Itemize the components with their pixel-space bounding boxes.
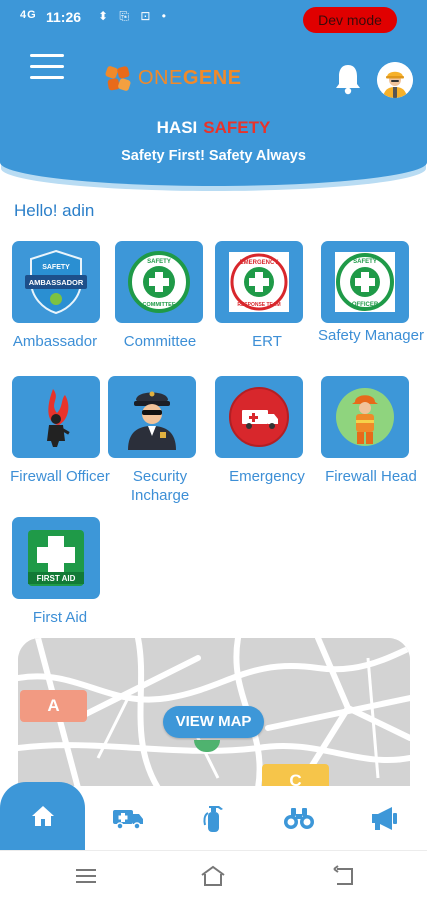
tile-label-firewall-head: Firewall Head (325, 468, 417, 485)
dna-logo-icon (105, 66, 131, 91)
back-icon[interactable] (331, 863, 357, 889)
megaphone-icon (371, 807, 397, 830)
security-guard-icon (128, 391, 176, 450)
tile-label-safety-manager: Safety Manager (318, 327, 424, 344)
nav-fire-extinguisher[interactable] (170, 786, 255, 850)
worker-avatar-icon (377, 62, 413, 98)
onegene-logo: ONEGENE (104, 62, 242, 94)
status-time: 11:26 (46, 9, 82, 25)
home-system-icon[interactable] (200, 863, 226, 889)
bell-icon[interactable] (333, 62, 363, 96)
svg-text:COMMITTEE: COMMITTEE (143, 302, 176, 308)
svg-text:OFFICER: OFFICER (352, 302, 379, 308)
map-marker-a[interactable]: A (20, 690, 87, 722)
tile-ambassador[interactable]: AMBASSADOR SAFETY (12, 241, 100, 323)
safety-ambassador-badge-icon: AMBASSADOR SAFETY (25, 249, 87, 315)
svg-text:FIRST AID: FIRST AID (37, 574, 76, 583)
tile-label-first-aid: First Aid (32, 609, 88, 626)
tile-label-ambassador: Ambassador (12, 333, 98, 350)
recent-apps-icon[interactable] (73, 863, 99, 889)
dev-mode-badge[interactable]: Dev mode (303, 7, 397, 33)
first-aid-icon: FIRST AID (28, 530, 84, 586)
tile-label-firewall-officer: Firewall Officer (10, 468, 110, 485)
user-avatar[interactable] (377, 62, 413, 98)
tile-label-ert: ERT (252, 333, 282, 350)
nav-home[interactable] (0, 782, 85, 850)
signal-indicator: 4G (20, 9, 37, 21)
firefighter-icon (336, 388, 394, 446)
fire-extinguisher-icon (202, 806, 223, 832)
emergency-response-team-icon: EMERGENCY RESPONSE TEAM (229, 252, 289, 312)
nav-megaphone[interactable] (342, 786, 427, 850)
svg-text:RESPONSE TEAM: RESPONSE TEAM (237, 302, 280, 308)
fire-officer-icon (47, 389, 70, 447)
binoculars-icon (283, 808, 314, 829)
status-bar: 4G 11:26 ⬍ ⎘ ⊡ • Dev mode (0, 0, 427, 36)
tile-firewall-officer[interactable] (12, 376, 100, 458)
tile-emergency[interactable] (215, 376, 303, 458)
greeting-text: Hello! adin (14, 201, 95, 220)
app-header: ONEGENE HASI SAFETY Safety First! Safety … (0, 36, 427, 186)
map-marker-c[interactable]: C (262, 764, 329, 788)
svg-text:SAFETY: SAFETY (353, 259, 377, 265)
tile-committee[interactable]: SAFETY COMMITTEE (115, 241, 203, 323)
tile-first-aid[interactable]: FIRST AID (12, 517, 100, 599)
nav-binoculars[interactable] (256, 786, 341, 850)
safety-officer-badge-icon: SAFETY OFFICER (335, 252, 395, 312)
hamburger-menu-icon[interactable] (30, 54, 64, 80)
tagline: Safety First! Safety Always (121, 148, 306, 164)
brand-title: HASI SAFETY (156, 118, 271, 137)
tile-label-emergency: Emergency (229, 468, 305, 485)
ambulance-icon (229, 387, 289, 447)
system-navigation-bar (0, 850, 427, 900)
tile-label-security-incharge: Security Incharge (130, 468, 190, 504)
tile-safety-manager[interactable]: SAFETY OFFICER (321, 241, 409, 323)
home-icon (31, 806, 54, 826)
logo-text: ONEGENE (138, 66, 242, 89)
ambulance-icon (112, 810, 143, 830)
svg-text:AMBASSADOR: AMBASSADOR (29, 278, 84, 287)
nav-ambulance[interactable] (85, 786, 170, 850)
tile-firewall-head[interactable] (321, 376, 409, 458)
safety-committee-cross-icon: SAFETY COMMITTEE (128, 251, 190, 313)
svg-text:EMERGENCY: EMERGENCY (240, 260, 279, 266)
status-icons: ⬍ ⎘ ⊡ • (98, 9, 170, 23)
tile-ert[interactable]: EMERGENCY RESPONSE TEAM (215, 241, 303, 323)
tile-label-committee: Committee (123, 333, 197, 350)
bottom-navigation (0, 782, 427, 850)
svg-text:SAFETY: SAFETY (42, 264, 70, 271)
view-map-button[interactable]: VIEW MAP (163, 706, 264, 738)
tile-security-incharge[interactable] (108, 376, 196, 458)
svg-text:SAFETY: SAFETY (147, 259, 171, 265)
